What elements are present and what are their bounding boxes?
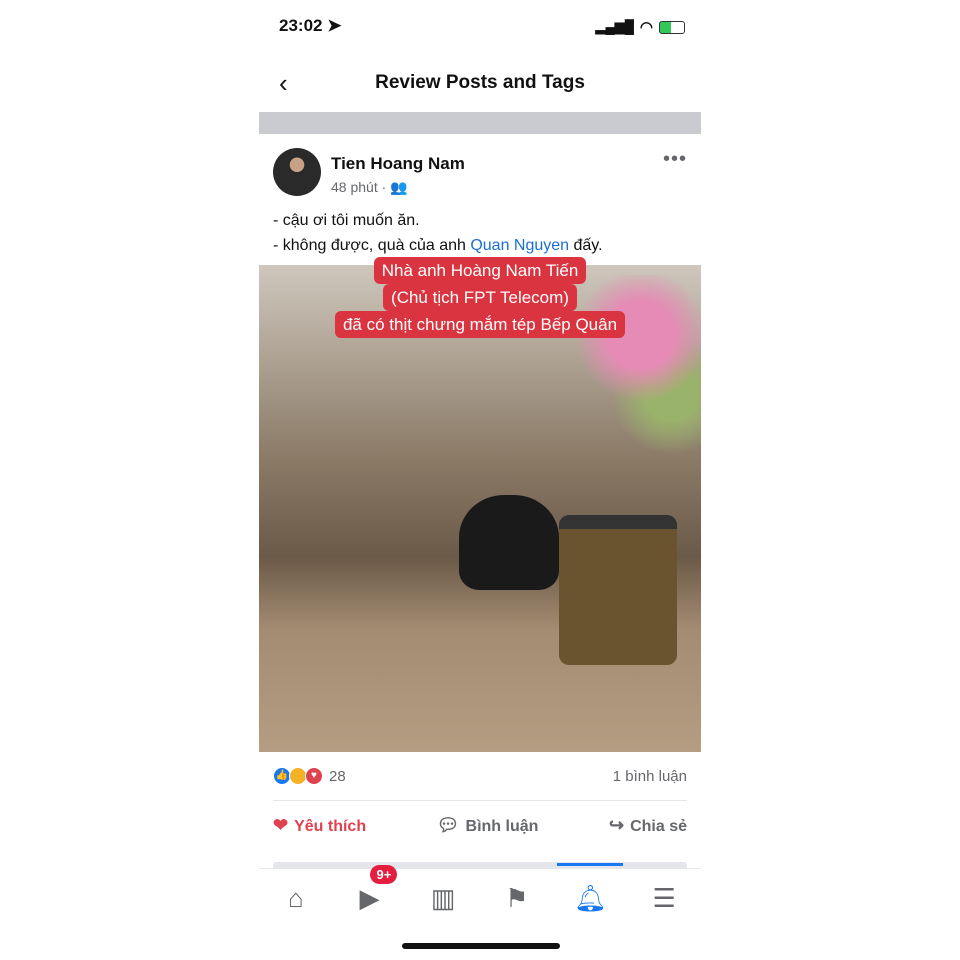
- home-icon: ⌂: [287, 883, 304, 913]
- share-icon: ↪: [608, 814, 625, 835]
- avatar[interactable]: [273, 148, 321, 196]
- text-segment: - không được, quà của anh: [273, 237, 471, 254]
- tab-notifications[interactable]: 🔔︎: [557, 863, 624, 914]
- video-icon: ▶: [359, 883, 380, 913]
- love-button[interactable]: ❤ Yêu thích: [273, 815, 366, 836]
- comment-label: Bình luận: [465, 817, 539, 835]
- love-reaction-icon: ♥: [305, 767, 323, 785]
- phone-screen: 23:02 ➤ ▂▄▆█ ◠ ‹ Review Posts and Tags T…: [259, 0, 701, 960]
- tab-watch[interactable]: ▶ 9+: [344, 865, 398, 914]
- caption-line: Nhà anh Hoàng Nam Tiến: [373, 257, 587, 284]
- shop-icon: ▥: [430, 883, 456, 913]
- tab-pages[interactable]: ⚑: [492, 883, 542, 914]
- bell-icon: 🔔︎: [573, 883, 607, 913]
- comment-icon: 💬︎: [436, 814, 460, 835]
- comment-button[interactable]: 💬︎ Bình luận: [437, 815, 539, 836]
- post-time[interactable]: 48 phút: [331, 179, 378, 195]
- location-arrow-icon: ➤: [327, 16, 342, 35]
- more-options-icon[interactable]: •••: [663, 148, 687, 171]
- reactions-summary[interactable]: 👍 ♥ 28 1 bình luận: [273, 762, 687, 790]
- tab-marketplace[interactable]: ▥: [418, 883, 468, 914]
- battery-charging-icon: [659, 20, 685, 34]
- signal-icon: ▂▄▆█: [595, 19, 634, 34]
- friends-icon: 👥: [390, 179, 408, 195]
- share-button[interactable]: ↪ Chia sẻ: [609, 815, 687, 836]
- page-title: Review Posts and Tags: [375, 72, 585, 93]
- caption-line: (Chủ tịch FPT Telecom): [383, 284, 577, 311]
- post-line: - không được, quà của anh Quan Nguyen đấ…: [273, 233, 603, 258]
- heart-icon: ❤: [273, 814, 289, 835]
- reaction-count: 28: [329, 767, 346, 785]
- chevron-left-icon[interactable]: ‹: [279, 66, 288, 100]
- post-meta: 48 phút · 👥: [331, 179, 408, 195]
- nav-header: ‹ Review Posts and Tags: [259, 66, 701, 100]
- home-indicator[interactable]: [402, 943, 560, 949]
- notification-badge: 9+: [370, 865, 398, 884]
- clock: 23:02 ➤: [279, 16, 341, 36]
- text-segment: đấy.: [569, 237, 603, 254]
- status-bar: 23:02 ➤ ▂▄▆█ ◠: [279, 16, 685, 38]
- wifi-icon: ◠: [639, 19, 653, 36]
- tab-home[interactable]: ⌂: [271, 883, 321, 914]
- post-line: - cậu ơi tôi muốn ăn.: [273, 212, 420, 229]
- time-text: 23:02: [279, 16, 323, 35]
- comment-count[interactable]: 1 bình luận: [613, 768, 687, 785]
- post-text: - cậu ơi tôi muốn ăn. - không được, quà …: [273, 208, 603, 258]
- tab-bar: ⌂ ▶ 9+ ▥ ⚑ 🔔︎ ☰: [259, 863, 701, 928]
- caption-line: đã có thịt chưng mắm tép Bếp Quân: [334, 311, 626, 338]
- jar-image: [559, 515, 677, 665]
- tag-review-banner: [259, 112, 701, 134]
- flag-icon: ⚑: [505, 883, 529, 913]
- menu-icon: ☰: [652, 883, 676, 913]
- cat-image: [459, 495, 559, 590]
- photo-caption: Nhà anh Hoàng Nam Tiến (Chủ tịch FPT Tel…: [259, 257, 701, 338]
- post-actions: ❤ Yêu thích 💬︎ Bình luận ↪ Chia sẻ: [273, 810, 687, 840]
- post-photo[interactable]: Nhà anh Hoàng Nam Tiến (Chủ tịch FPT Tel…: [259, 257, 701, 752]
- author-name[interactable]: Tien Hoang Nam: [331, 154, 465, 174]
- mention-link[interactable]: Quan Nguyen: [470, 237, 569, 254]
- love-label: Yêu thích: [294, 817, 367, 835]
- share-label: Chia sẻ: [630, 817, 687, 835]
- divider: [273, 800, 687, 801]
- tab-menu[interactable]: ☰: [639, 883, 689, 914]
